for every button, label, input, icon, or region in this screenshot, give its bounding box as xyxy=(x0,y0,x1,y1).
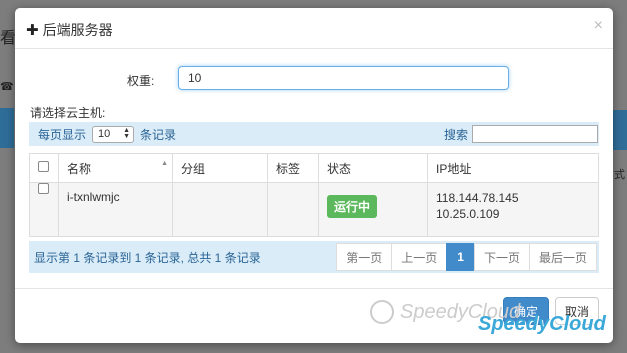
column-header-group: 分组 xyxy=(172,153,268,183)
row-select-cell xyxy=(29,182,59,237)
per-page-prefix: 每页显示 xyxy=(38,127,87,142)
page-size-value: 10 xyxy=(98,128,111,140)
ip-public: 118.144.78.145 xyxy=(436,191,519,205)
stepper-arrows-icon: ▲ ▼ xyxy=(123,127,131,140)
weight-label: 权重: xyxy=(127,74,155,88)
select-all-checkbox[interactable] xyxy=(38,161,49,172)
close-icon[interactable]: × xyxy=(594,17,603,35)
table-header-row: 名称 ▲ 分组 标签 状态 IP地址 xyxy=(29,153,599,183)
speedycloud-logo-text: SpeedyCloud xyxy=(478,313,606,335)
cell-name: i-txnlwmjc xyxy=(58,182,173,237)
sort-asc-icon[interactable]: ▲ xyxy=(161,160,168,167)
cell-ip: 118.144.78.145 10.25.0.109 xyxy=(427,182,599,237)
speedycloud-logo: SpeedyCloud xyxy=(478,313,606,336)
pagination: 第一页 上一页 1 下一页 最后一页 xyxy=(336,243,597,271)
choose-host-label: 请选择云主机: xyxy=(30,106,106,120)
search-label: 搜索 xyxy=(443,127,468,142)
current-page-button[interactable]: 1 xyxy=(446,243,475,271)
page-size-select[interactable]: 10 ▲ ▼ xyxy=(92,125,135,143)
cell-tag xyxy=(267,182,319,237)
modal-header: ✚ 后端服务器 × xyxy=(15,8,613,49)
weight-input[interactable] xyxy=(178,66,509,90)
prev-page-button[interactable]: 上一页 xyxy=(391,243,448,271)
background-tab xyxy=(0,108,14,148)
row-checkbox[interactable] xyxy=(38,183,49,194)
column-header-tag: 标签 xyxy=(267,153,319,183)
records-info: 显示第 1 条记录到 1 条记录, 总共 1 条记录 xyxy=(34,250,261,265)
modal-title: ✚ 后端服务器 xyxy=(26,20,113,40)
backend-server-modal: ✚ 后端服务器 × 权重: 请选择云主机: 每页显示 10 ▲▼ 条记录 搜索 … xyxy=(15,8,613,343)
per-page-control: 每页显示 10 ▲ ▼ 条记录 xyxy=(33,125,177,143)
table-toolbar: 每页显示 10 ▲ ▼ 条记录 搜索 xyxy=(29,122,599,146)
cell-status: 运行中 xyxy=(318,182,428,237)
last-page-button[interactable]: 最后一页 xyxy=(528,243,597,271)
ip-private: 10.25.0.109 xyxy=(436,207,500,221)
modal-title-text: 后端服务器 xyxy=(42,22,113,38)
per-page-suffix: 条记录 xyxy=(140,127,177,142)
table-footer: 显示第 1 条记录到 1 条记录, 总共 1 条记录 第一页 上一页 1 下一页… xyxy=(29,241,599,273)
weight-row: 权重: xyxy=(15,66,613,92)
search-control: 搜索 xyxy=(444,125,599,143)
next-page-button[interactable]: 下一页 xyxy=(473,243,530,271)
status-badge: 运行中 xyxy=(327,195,378,218)
cell-group xyxy=(172,182,268,237)
first-page-button[interactable]: 第一页 xyxy=(336,243,393,271)
search-input[interactable] xyxy=(472,125,598,143)
background-button xyxy=(613,110,627,150)
plus-icon: ✚ xyxy=(26,22,39,39)
background-icon: ☎ xyxy=(0,81,14,93)
column-header-name-label: 名称 xyxy=(67,161,92,176)
column-header-status: 状态 xyxy=(318,153,428,183)
table-row[interactable]: i-txnlwmjc 运行中 118.144.78.145 10.25.0.10… xyxy=(29,182,599,237)
host-table: 名称 ▲ 分组 标签 状态 IP地址 i-txnlwmjc 运行中 118.144… xyxy=(29,153,599,237)
column-header-name[interactable]: 名称 ▲ xyxy=(58,153,173,183)
select-all-cell xyxy=(29,153,59,183)
column-header-ip: IP地址 xyxy=(427,153,599,183)
